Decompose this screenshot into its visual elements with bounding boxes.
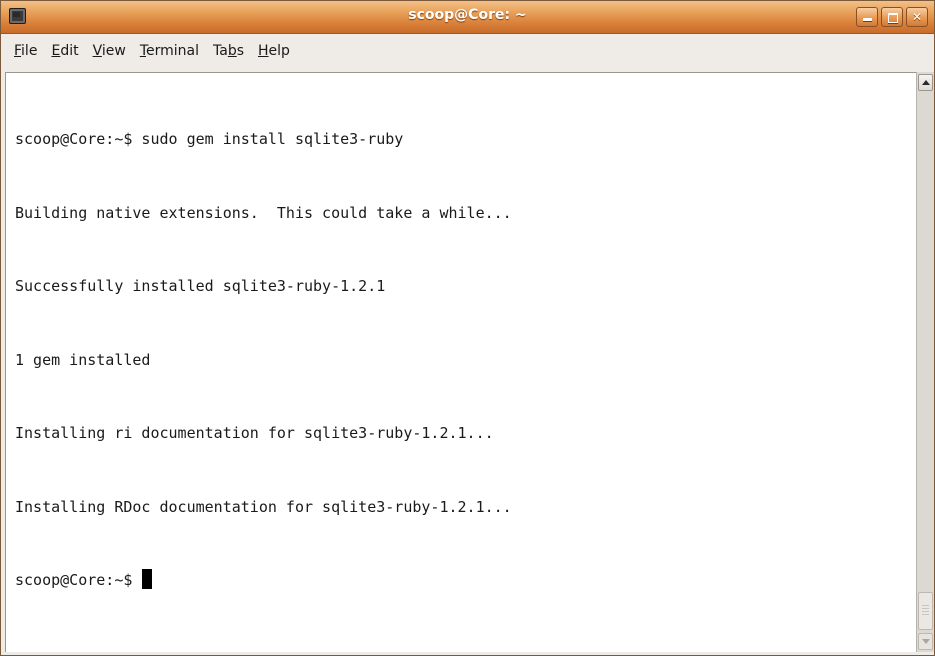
scroll-down-button[interactable]: [918, 633, 933, 650]
arrow-up-icon: [922, 80, 930, 85]
window-title: scoop@Core: ~: [408, 7, 527, 23]
menu-view-mnemonic: V: [92, 43, 102, 59]
terminal-line: 1 gem installed: [15, 350, 151, 369]
menu-file-label: ile: [21, 43, 38, 59]
maximize-button[interactable]: [881, 7, 903, 27]
menu-edit-label: dit: [60, 43, 79, 59]
terminal-prompt-line: scoop@Core:~$: [15, 568, 512, 593]
text-cursor: [142, 569, 153, 589]
terminal-line: Successfully installed sqlite3-ruby-1.2.…: [15, 277, 386, 295]
terminal-line: Building native extensions. This could t…: [15, 203, 512, 222]
menu-tabs-label: s: [236, 43, 245, 59]
terminal-prompt: scoop@Core:~$: [15, 571, 142, 589]
scrollbar-thumb[interactable]: [918, 592, 933, 630]
terminal-window: scoop@Core: ~ ✕ File Edit View Terminal …: [0, 0, 935, 656]
menu-terminal[interactable]: Terminal: [133, 40, 206, 62]
minimize-button[interactable]: [856, 7, 878, 27]
menu-help[interactable]: Help: [251, 40, 297, 62]
terminal-text: scoop@Core:~$ sudo gem install sqlite3-r…: [15, 78, 512, 642]
terminal-output-area[interactable]: scoop@Core:~$ sudo gem install sqlite3-r…: [5, 72, 916, 652]
menu-tabs[interactable]: Tabs: [206, 40, 251, 62]
close-icon: ✕: [911, 10, 923, 24]
menu-file[interactable]: File: [7, 40, 44, 62]
grip-icon: [922, 605, 929, 617]
menu-terminal-label: erminal: [146, 43, 199, 59]
vertical-scrollbar[interactable]: [916, 72, 934, 652]
menu-help-label: elp: [268, 43, 290, 59]
menu-file-mnemonic: F: [14, 43, 22, 59]
menu-tabs-mnemonic: b: [227, 43, 237, 59]
scroll-up-button[interactable]: [918, 74, 933, 91]
menu-edit[interactable]: Edit: [44, 40, 85, 62]
close-button[interactable]: ✕: [906, 7, 928, 27]
menu-tabs-pre: Ta: [213, 43, 228, 59]
menu-edit-mnemonic: E: [51, 43, 61, 59]
minimize-icon: [863, 18, 872, 21]
terminal-line: scoop@Core:~$ sudo gem install sqlite3-r…: [15, 130, 404, 148]
title-bar[interactable]: scoop@Core: ~ ✕: [1, 1, 934, 34]
window-controls: ✕: [856, 7, 928, 27]
menu-view[interactable]: View: [86, 40, 133, 62]
maximize-icon: [888, 13, 898, 23]
arrow-down-icon: [922, 639, 930, 644]
menu-help-mnemonic: H: [258, 43, 269, 59]
terminal-line: Installing RDoc documentation for sqlite…: [15, 497, 512, 516]
menu-view-label: iew: [101, 43, 126, 59]
menu-bar: File Edit View Terminal Tabs Help: [1, 34, 934, 68]
terminal-line: Installing ri documentation for sqlite3-…: [15, 424, 494, 442]
